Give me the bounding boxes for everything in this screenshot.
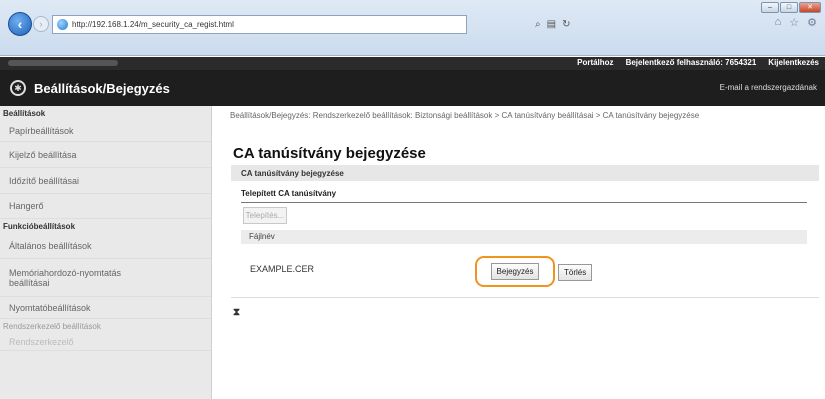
portal-link[interactable]: Portálhoz (577, 58, 613, 67)
back-button[interactable]: ‹ (8, 12, 32, 36)
section-header: CA tanúsítvány bejegyzése (231, 165, 819, 181)
sidebar-item-admin[interactable]: Rendszerkezelő (0, 333, 211, 351)
install-button[interactable]: Telepítés... (243, 207, 287, 224)
sidebar: Beállítások Papírbeállítások Kijelző beá… (0, 106, 212, 399)
sidebar-item-volume[interactable]: Hangerő (0, 194, 211, 219)
sidebar-item-general[interactable]: Általános beállítások (0, 233, 211, 259)
favorites-icon[interactable]: ☆ (789, 16, 799, 29)
register-button-highlight: Bejegyzés (475, 256, 555, 287)
back-to-top-icon[interactable]: ⧗ (233, 307, 240, 318)
page-header-title: Beállítások/Bejegyzés (34, 81, 170, 96)
sidebar-item-printer[interactable]: Nyomtatóbeállítások (0, 297, 211, 319)
settings-icon: ✱ (10, 80, 26, 96)
mail-admin-link[interactable]: E-mail a rendszergazdának (720, 83, 817, 92)
sidebar-item-paper[interactable]: Papírbeállítások (0, 120, 211, 142)
address-bar[interactable]: http://192.168.1.24/m_security_ca_regist… (52, 15, 467, 34)
forward-button[interactable]: › (33, 16, 49, 32)
sidebar-heading: Rendszerkezelő beállítások (3, 322, 101, 331)
app-topbar: Portálhoz Bejelentkező felhasználó: 7654… (0, 57, 825, 70)
browser-chrome: ‒ □ ✕ ‹ › http://192.168.1.24/m_security… (0, 0, 825, 56)
sidebar-item-timer[interactable]: Időzítő beállításai (0, 168, 211, 194)
device-name (8, 60, 118, 66)
browser-tools: ⌂ ☆ ⚙ (775, 16, 817, 29)
divider (231, 297, 819, 298)
search-icon[interactable]: ⌕ (535, 19, 541, 30)
url-text: http://192.168.1.24/m_security_ca_regist… (72, 20, 234, 29)
breadcrumb: Beállítások/Bejegyzés: Rendszerkezelő be… (230, 111, 700, 120)
window-controls: ‒ □ ✕ (761, 2, 821, 13)
sidebar-heading: Beállítások (3, 109, 46, 118)
page-title: CA tanúsítvány bejegyzése (233, 145, 426, 162)
app-header: ✱ Beállítások/Bejegyzés E-mail a rendsze… (0, 70, 825, 106)
close-button[interactable]: ✕ (799, 2, 821, 13)
sidebar-item-media-print[interactable]: Memóriahordozó-nyomtatás beállításai (0, 259, 211, 297)
installed-cert-heading: Telepített CA tanúsítvány (241, 189, 807, 203)
file-name: EXAMPLE.CER (250, 264, 315, 274)
filename-column-header: Fájlnév (241, 230, 807, 244)
compat-icon[interactable]: ▤ (547, 19, 556, 30)
globe-icon (57, 19, 68, 30)
home-icon[interactable]: ⌂ (775, 16, 782, 29)
delete-button[interactable]: Törlés (558, 264, 593, 281)
sidebar-item-display[interactable]: Kijelző beállítása (0, 142, 211, 168)
sidebar-heading: Funkcióbeállítások (3, 222, 76, 231)
minimize-button[interactable]: ‒ (761, 2, 779, 13)
address-controls: ⌕ ▤ ↻ (535, 15, 625, 34)
logout-link[interactable]: Kijelentkezés (768, 58, 819, 67)
gear-icon[interactable]: ⚙ (807, 16, 817, 29)
register-button[interactable]: Bejegyzés (490, 263, 540, 280)
refresh-icon[interactable]: ↻ (562, 19, 570, 30)
main-content: Beállítások/Bejegyzés: Rendszerkezelő be… (213, 106, 825, 399)
maximize-button[interactable]: □ (780, 2, 798, 13)
login-user: Bejelentkező felhasználó: 7654321 (625, 58, 757, 67)
